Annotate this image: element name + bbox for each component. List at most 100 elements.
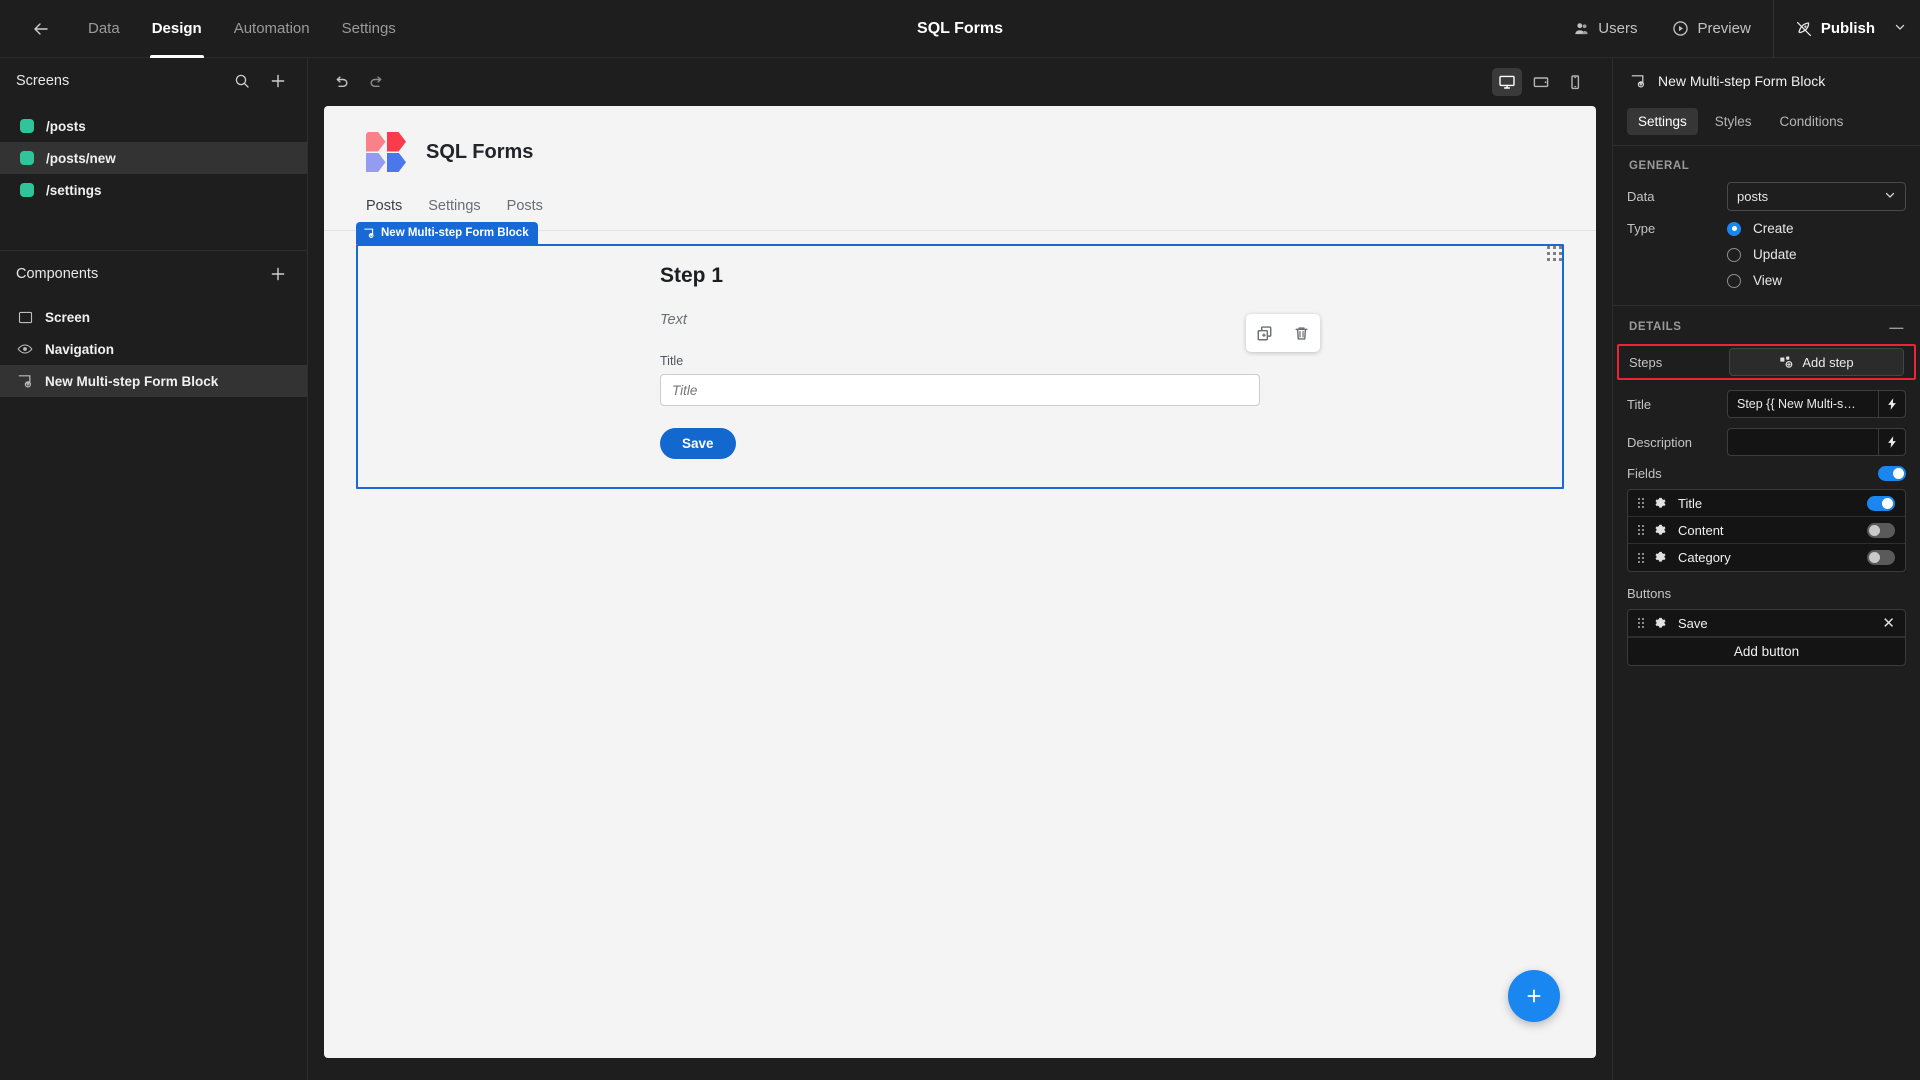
chevron-down-icon[interactable] [1894,20,1906,37]
drag-handle-icon[interactable] [1638,552,1644,563]
duplicate-icon [1257,325,1272,340]
viewport-tablet-button[interactable] [1526,68,1556,96]
sidebar-item-posts-new[interactable]: /posts/new [0,142,307,174]
field-label: Content [1678,522,1724,538]
preview-tab-1[interactable]: Posts [366,198,402,214]
data-label: Data [1627,189,1655,204]
field-row-content[interactable]: Content [1628,517,1905,544]
page-preview: SQL Forms Posts Settings Posts New Multi… [324,106,1596,1058]
add-component-button[interactable] [267,263,289,285]
top-bar: Data Design Automation Settings SQL Form… [0,0,1920,58]
gear-icon[interactable] [1654,497,1668,510]
component-item-multistep-form[interactable]: New Multi-step Form Block [0,365,307,397]
field-label: Title [660,354,684,368]
field-toggle[interactable] [1867,550,1895,565]
back-button[interactable] [24,12,58,46]
step-title: Step 1 [660,264,724,287]
type-row-view: View [1613,273,1920,288]
field-toggle[interactable] [1867,495,1895,511]
publish-rocket-icon [1796,21,1811,36]
viewport-mobile-button[interactable] [1560,68,1590,96]
add-block-fab[interactable] [1508,970,1560,1022]
mobile-icon [1571,75,1580,90]
redo-button[interactable] [366,71,388,93]
steps-row: Steps Add step [1619,348,1914,376]
add-step-button[interactable]: Add step [1729,348,1904,376]
field-toggle[interactable] [1867,522,1895,538]
tab-inspector-settings[interactable]: Settings [1627,108,1698,135]
components-list: Screen Navigation New Multi-step Form Bl… [0,297,307,397]
radio-update[interactable] [1727,247,1741,262]
drag-handle-icon[interactable] [1638,498,1644,508]
screens-header: Screens [0,58,307,104]
form-field-title: Title [660,354,1260,406]
gear-icon[interactable] [1654,551,1668,564]
preview-header: SQL Forms [324,106,1596,172]
publish-button[interactable]: Publish [1778,0,1920,58]
sidebar-item-posts[interactable]: /posts [0,110,307,142]
drag-handle-icon[interactable] [1638,618,1644,628]
duplicate-block-button[interactable] [1256,325,1273,342]
inspector-panel: New Multi-step Form Block Settings Style… [1612,58,1920,1080]
screens-title: Screens [16,73,70,89]
gear-icon[interactable] [1654,617,1668,630]
add-button-row[interactable]: Add button [1628,637,1905,665]
toolbar-divider [1772,0,1774,58]
undo-button[interactable] [330,71,352,93]
button-row-save[interactable]: Save ✕ [1628,610,1905,637]
drag-handle-icon[interactable] [1638,525,1644,535]
tab-data[interactable]: Data [72,0,136,58]
gear-icon[interactable] [1654,524,1668,537]
tab-inspector-conditions[interactable]: Conditions [1769,108,1855,135]
title-binding-input[interactable]: Step {{ New Multi-s… [1727,390,1878,418]
field-row-title[interactable]: Title [1628,490,1905,517]
description-binding-button[interactable] [1878,428,1906,456]
preview-tab-2[interactable]: Settings [428,198,480,214]
drag-grid-handle[interactable] [1547,246,1562,261]
preview-tab-3[interactable]: Posts [507,198,543,214]
steps-label: Steps [1629,354,1663,370]
block-selection-badge: New Multi-step Form Block [356,222,538,244]
data-row: Data posts [1613,182,1920,211]
type-row-update: Update [1613,247,1920,262]
component-item-navigation[interactable]: Navigation [0,333,307,365]
tablet-icon [1533,77,1549,88]
inspector-header: New Multi-step Form Block [1613,58,1920,104]
sidebar-item-settings[interactable]: /settings [0,174,307,206]
data-select[interactable]: posts [1727,182,1906,211]
tab-settings[interactable]: Settings [326,0,412,58]
fields-label: Fields [1627,466,1662,481]
remove-button-icon[interactable]: ✕ [1882,616,1895,631]
description-binding-input[interactable] [1727,428,1878,456]
tab-design[interactable]: Design [136,0,218,58]
undo-icon [336,76,348,87]
users-button[interactable]: Users [1556,0,1655,58]
tab-inspector-styles[interactable]: Styles [1704,108,1763,135]
title-input[interactable] [660,374,1260,406]
screen-label: /posts [46,118,86,134]
block-badge-label: New Multi-step Form Block [381,227,529,239]
lightning-icon [1888,398,1896,410]
multistep-form-block[interactable]: Step 1 Text Title Save [356,244,1564,489]
main-body: Screens /posts /posts/new /settings Comp… [0,58,1920,1080]
search-screens-button[interactable] [231,70,253,92]
delete-block-button[interactable] [1293,325,1310,342]
field-row-category[interactable]: Category [1628,544,1905,571]
preview-button[interactable]: Preview [1655,0,1768,58]
viewport-desktop-button[interactable] [1492,68,1522,96]
tab-automation[interactable]: Automation [218,0,326,58]
screen-label: /posts/new [46,150,116,166]
publish-label: Publish [1820,20,1875,37]
plus-icon [271,74,285,88]
component-item-screen[interactable]: Screen [0,301,307,333]
fields-master-toggle[interactable] [1878,466,1906,481]
viewport-switcher [1492,68,1590,96]
radio-create[interactable] [1727,221,1741,236]
title-binding-button[interactable] [1878,390,1906,418]
users-label: Users [1598,20,1638,37]
screen-label: /settings [46,182,102,198]
collapse-details-icon[interactable]: — [1889,320,1904,334]
save-button[interactable]: Save [660,428,736,459]
add-screen-button[interactable] [267,70,289,92]
radio-view[interactable] [1727,273,1741,288]
